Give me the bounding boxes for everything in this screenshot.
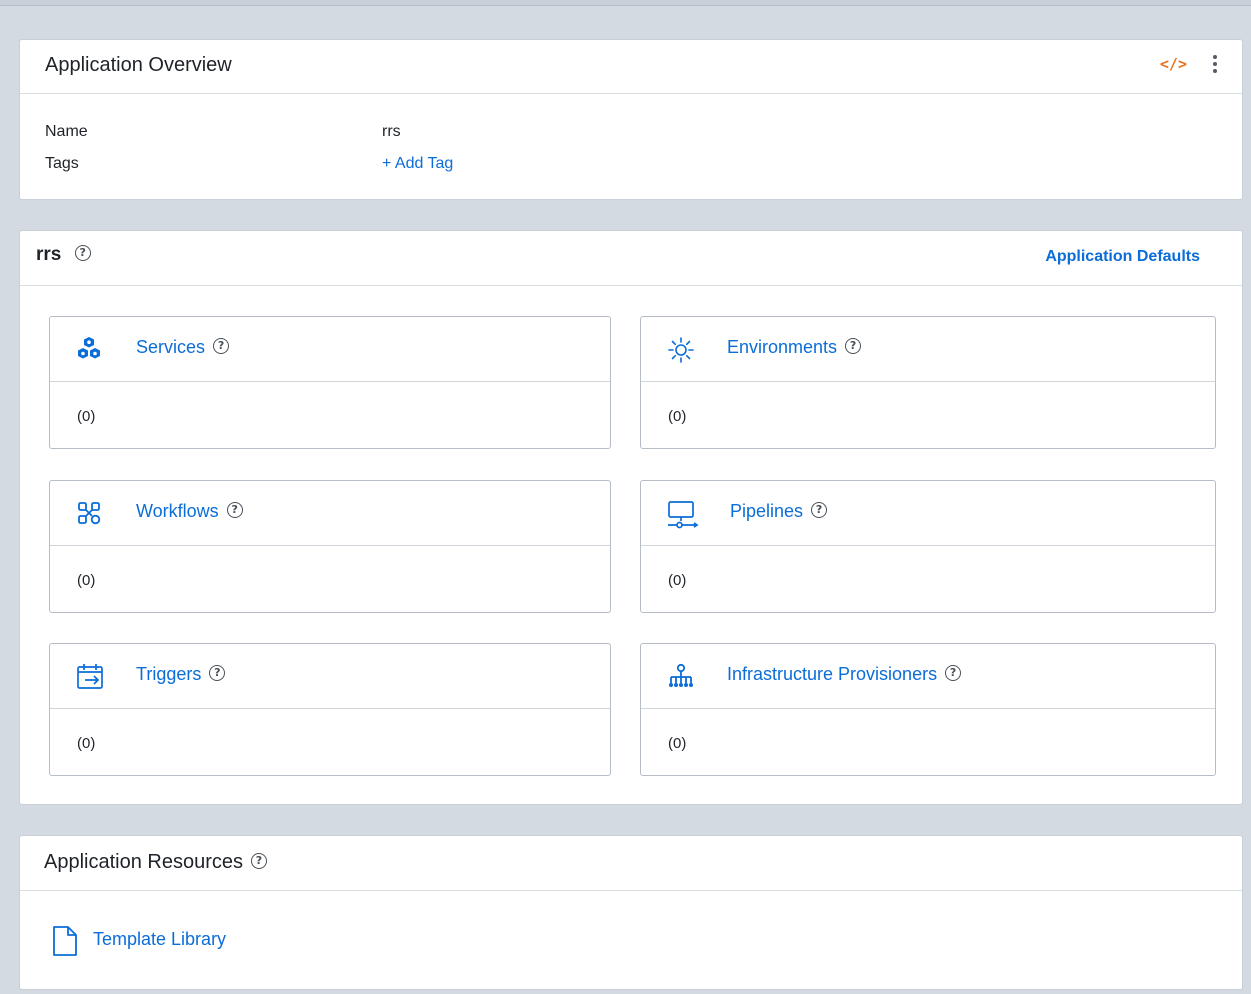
triggers-count: (0) [77, 735, 96, 752]
environments-count: (0) [668, 408, 687, 425]
help-icon[interactable]: ? [226, 502, 243, 519]
help-icon[interactable]: ? [845, 338, 862, 355]
application-defaults-link[interactable]: Application Defaults [1045, 248, 1200, 266]
services-card[interactable]: Services? (0) [49, 316, 611, 449]
environments-sun-icon [668, 337, 694, 363]
pipelines-label[interactable]: Pipelines [730, 501, 803, 521]
workflows-label[interactable]: Workflows [136, 501, 219, 521]
application-title: rrs ? [36, 244, 91, 266]
resources-title: Application Resources? [44, 851, 267, 874]
card-title[interactable]: Workflows? [136, 501, 243, 522]
help-icon[interactable]: ? [811, 502, 828, 519]
services-count: (0) [77, 408, 96, 425]
help-icon[interactable]: ? [74, 244, 91, 261]
workflows-card[interactable]: Workflows? (0) [49, 480, 611, 613]
overview-title: Application Overview [45, 54, 232, 76]
resources-title-text: Application Resources [44, 851, 243, 873]
help-icon[interactable]: ? [251, 852, 267, 869]
card-header: Services? [50, 317, 610, 382]
environments-card[interactable]: Environments? (0) [640, 316, 1216, 449]
help-icon[interactable]: ? [945, 665, 962, 682]
pipelines-card[interactable]: Pipelines? (0) [640, 480, 1216, 613]
application-resources-panel: Application Resources? Template Library [19, 835, 1243, 990]
help-icon[interactable]: ? [209, 665, 226, 682]
code-view-icon[interactable]: </> [1160, 55, 1187, 73]
card-title[interactable]: Services? [136, 337, 230, 358]
more-options-icon[interactable] [1208, 53, 1222, 79]
overview-header: Application Overview </> [20, 40, 1242, 94]
tags-label: Tags [45, 155, 79, 172]
infrastructure-provisioners-count: (0) [668, 735, 687, 752]
services-cubes-icon [78, 337, 100, 359]
infrastructure-tree-icon [669, 663, 693, 687]
application-panel: rrs ? Application Defaults Services? (0) [19, 230, 1243, 805]
workflows-count: (0) [77, 572, 96, 589]
pipelines-monitor-icon [668, 501, 699, 529]
add-tag-link[interactable]: + Add Tag [382, 155, 453, 173]
card-header: Workflows? [50, 481, 610, 546]
help-icon[interactable]: ? [213, 338, 230, 355]
application-overview-panel: Application Overview </> Name rrs Tags +… [19, 39, 1243, 200]
application-name: rrs [36, 244, 62, 265]
card-header: Infrastructure Provisioners? [641, 644, 1215, 709]
card-header: Triggers? [50, 644, 610, 709]
document-icon [53, 926, 77, 956]
environments-label[interactable]: Environments [727, 337, 837, 357]
template-library-label[interactable]: Template Library [93, 929, 226, 950]
card-title[interactable]: Pipelines? [730, 501, 828, 522]
triggers-calendar-icon [77, 664, 103, 689]
card-header: Environments? [641, 317, 1215, 382]
triggers-card[interactable]: Triggers? (0) [49, 643, 611, 776]
top-border [0, 0, 1251, 6]
resources-header: Application Resources? [20, 836, 1242, 891]
card-header: Pipelines? [641, 481, 1215, 546]
card-title[interactable]: Infrastructure Provisioners? [727, 664, 962, 685]
infrastructure-provisioners-card[interactable]: Infrastructure Provisioners? (0) [640, 643, 1216, 776]
services-label[interactable]: Services [136, 337, 205, 357]
name-label: Name [45, 123, 88, 140]
card-title[interactable]: Environments? [727, 337, 862, 358]
workflows-nodes-icon [78, 502, 101, 525]
application-header: rrs ? Application Defaults [20, 231, 1242, 286]
triggers-label[interactable]: Triggers [136, 664, 201, 684]
infrastructure-provisioners-label[interactable]: Infrastructure Provisioners [727, 664, 937, 684]
card-title[interactable]: Triggers? [136, 664, 226, 685]
pipelines-count: (0) [668, 572, 687, 589]
name-value: rrs [382, 123, 401, 140]
